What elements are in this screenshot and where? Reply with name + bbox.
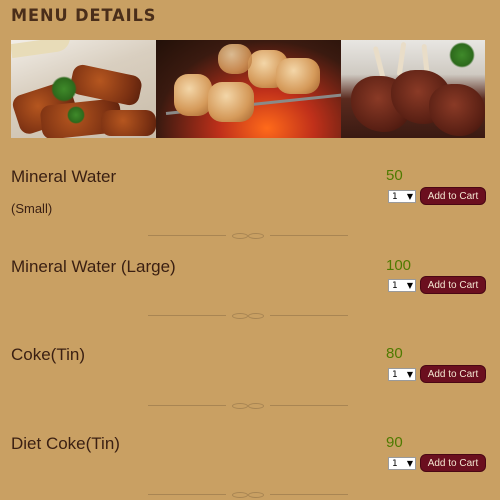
quantity-select[interactable]: 1 ▼ — [388, 279, 416, 292]
item-price: 100 — [386, 257, 412, 274]
add-to-cart-button[interactable]: Add to Cart — [420, 187, 486, 205]
kebab-image — [156, 40, 341, 138]
quantity-select[interactable]: 1 ▼ — [388, 190, 416, 203]
item-name: Diet Coke(Tin) — [11, 434, 120, 453]
menu-item: Mineral Water (Large) 100 1 ▼ Add to Car… — [0, 255, 500, 345]
page-title: MENU DETAILS — [11, 6, 157, 26]
add-to-cart-button[interactable]: Add to Cart — [420, 276, 486, 294]
quantity-value: 1 — [392, 369, 398, 380]
ornament-divider-icon — [148, 231, 348, 239]
lamb-chops-image — [341, 40, 485, 138]
quantity-value: 1 — [392, 458, 398, 469]
fried-food-image — [11, 40, 156, 138]
item-price: 90 — [386, 434, 403, 451]
chevron-down-icon: ▼ — [406, 281, 413, 290]
add-to-cart-button[interactable]: Add to Cart — [420, 454, 486, 472]
item-price: 50 — [386, 167, 403, 184]
menu-banner-image — [11, 40, 485, 138]
quantity-value: 1 — [392, 191, 398, 202]
item-name: Mineral Water (Large) — [11, 257, 176, 276]
menu-item: Coke(Tin) 80 1 ▼ Add to Cart — [0, 345, 500, 435]
item-name: Coke(Tin) — [11, 345, 85, 364]
quantity-value: 1 — [392, 280, 398, 291]
menu-item: Mineral Water (Small) 50 1 ▼ Add to Cart — [0, 165, 500, 255]
ornament-divider-icon — [148, 311, 348, 319]
ornament-divider-icon — [148, 401, 348, 409]
chevron-down-icon: ▼ — [406, 459, 413, 468]
quantity-select[interactable]: 1 ▼ — [388, 368, 416, 381]
chevron-down-icon: ▼ — [406, 192, 413, 201]
item-price: 80 — [386, 345, 403, 362]
quantity-select[interactable]: 1 ▼ — [388, 457, 416, 470]
add-to-cart-button[interactable]: Add to Cart — [420, 365, 486, 383]
item-size-note: (Small) — [11, 201, 53, 216]
ornament-divider-icon — [148, 490, 348, 498]
item-name: Mineral Water — [11, 167, 117, 186]
chevron-down-icon: ▼ — [406, 370, 413, 379]
